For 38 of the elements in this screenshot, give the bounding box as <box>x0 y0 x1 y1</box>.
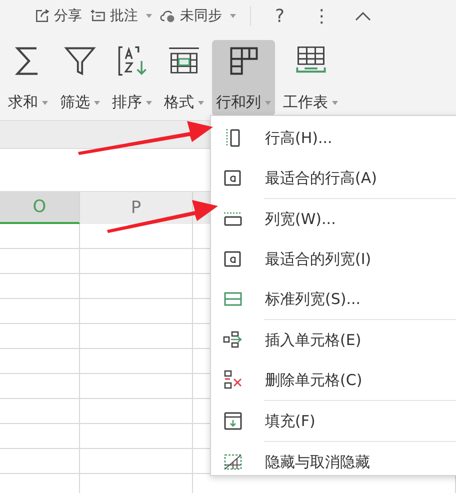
autofit-icon <box>223 249 243 269</box>
ribbon-button[interactable]: 筛选 <box>56 40 104 116</box>
caret-icon[interactable] <box>146 14 152 18</box>
ribbon-button[interactable]: 工作表 <box>279 40 342 116</box>
share-icon <box>34 8 50 24</box>
menu-item[interactable]: 填充(F) <box>211 401 456 441</box>
caret-icon <box>198 100 204 104</box>
menu-item[interactable]: 隐藏与取消隐藏 <box>211 442 456 482</box>
menu-item[interactable]: 最适合的列宽(I) <box>211 239 456 279</box>
ribbon-button[interactable]: 格式 <box>160 40 208 116</box>
caret-icon <box>94 100 100 104</box>
caret-icon <box>42 100 48 104</box>
collapse-icon[interactable] <box>354 11 371 21</box>
caret-icon <box>332 100 338 104</box>
ribbon-button[interactable]: 求和 <box>4 40 52 116</box>
menu-item[interactable]: 行高(H)... <box>211 118 456 158</box>
toolbar-label[interactable]: 未同步 <box>180 7 222 25</box>
toolbar-label[interactable]: 分享 <box>54 7 82 25</box>
fill-icon <box>223 411 243 431</box>
more-button[interactable]: ⋮ <box>302 6 341 26</box>
toolbar-label[interactable]: 批注 <box>110 7 138 25</box>
caret-icon[interactable] <box>230 14 236 18</box>
menu-item[interactable]: 插入单元格(E) <box>211 320 456 360</box>
menu-item[interactable]: 最适合的行高(A) <box>211 158 456 198</box>
autofit-icon <box>223 168 243 188</box>
menu-item[interactable]: 删除单元格(C) <box>211 360 456 400</box>
cloud-icon <box>160 8 176 24</box>
help-button[interactable]: ? <box>265 6 295 26</box>
ribbon-button[interactable]: 行和列 <box>212 40 275 116</box>
menu-item[interactable]: 列宽(W)... <box>211 199 456 239</box>
comment-icon <box>90 8 106 24</box>
insert-cells-icon <box>223 330 243 350</box>
caret-icon <box>146 100 152 104</box>
menu-item[interactable]: 标准列宽(S)... <box>211 279 456 319</box>
delete-cells-icon <box>223 370 243 390</box>
hide-icon <box>223 452 243 472</box>
caret-icon <box>265 100 271 104</box>
ribbon-button[interactable]: 排序 <box>108 40 156 116</box>
